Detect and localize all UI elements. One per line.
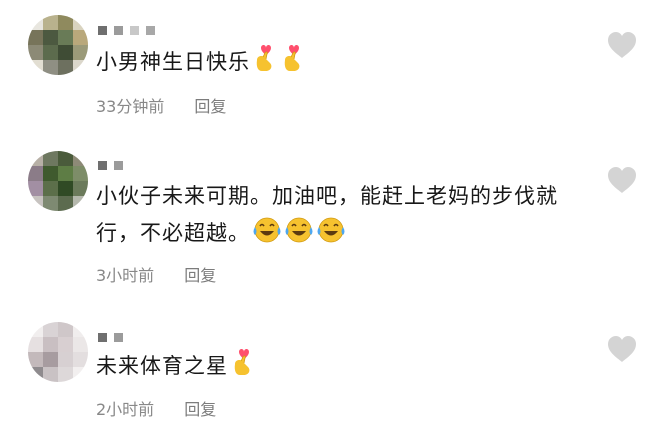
comment-meta: 3小时前 回复 [96, 262, 216, 286]
comment-meta: 2小时前 回复 [96, 396, 216, 420]
comment-text: 未来体育之星 [96, 348, 586, 385]
tears-of-joy-emoji [317, 217, 345, 243]
reply-button[interactable]: 回复 [184, 396, 216, 420]
finger-heart-emoji [256, 45, 272, 71]
reply-button[interactable]: 回复 [184, 262, 216, 286]
username[interactable] [98, 26, 155, 35]
timestamp: 33分钟前 [96, 97, 165, 116]
comment-text: 小男神生日快乐 [96, 44, 586, 81]
finger-heart-emoji [234, 349, 250, 375]
timestamp: 3小时前 [96, 266, 155, 285]
tears-of-joy-emoji [285, 217, 313, 243]
finger-heart-emoji [284, 45, 300, 71]
comment-text: 小伙子未来可期。加油吧，能赶上老妈的步伐就行，不必超越。 [96, 184, 558, 245]
like-heart-icon[interactable] [606, 31, 638, 59]
like-heart-icon[interactable] [606, 335, 638, 363]
timestamp: 2小时前 [96, 400, 155, 419]
username[interactable] [98, 161, 123, 170]
username[interactable] [98, 333, 123, 342]
avatar[interactable] [28, 151, 88, 211]
like-heart-icon[interactable] [606, 166, 638, 194]
comment-meta: 33分钟前 回复 [96, 93, 226, 117]
avatar[interactable] [28, 322, 88, 382]
avatar[interactable] [28, 15, 88, 75]
tears-of-joy-emoji [253, 217, 281, 243]
reply-button[interactable]: 回复 [194, 93, 226, 117]
